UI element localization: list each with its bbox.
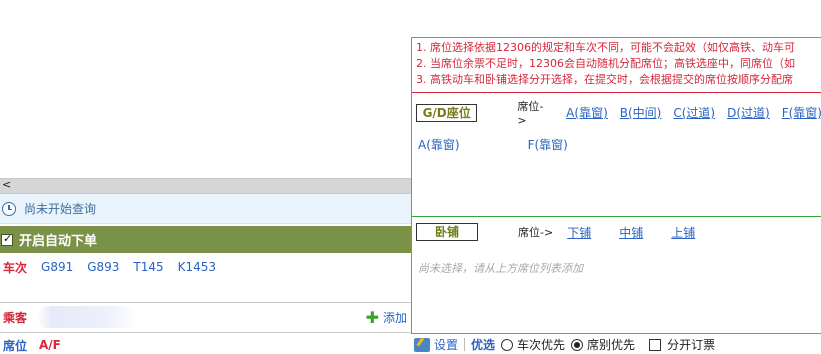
gd-seat-option[interactable]: B(中间) bbox=[620, 104, 662, 121]
note-line: 3. 高铁动车和卧铺选择分开选择，在提交时，会根据提交的席位按顺序分配席 bbox=[416, 73, 793, 86]
seat-label: 席位 bbox=[3, 338, 28, 353]
priority-label: 优选 bbox=[471, 338, 496, 352]
sleeper-empty-hint: 尚未选择，请从上方席位列表添加 bbox=[418, 262, 583, 275]
clock-icon bbox=[2, 201, 16, 216]
query-status-text: 尚未开始查询 bbox=[24, 202, 97, 216]
add-passenger-button[interactable]: ✚ 添加 bbox=[366, 309, 407, 326]
passenger-label: 乘客 bbox=[3, 310, 28, 325]
passenger-row: 乘客 ✚ 添加 bbox=[0, 303, 411, 331]
plus-icon: ✚ bbox=[365, 307, 379, 327]
seat-first-radio[interactable] bbox=[571, 338, 584, 351]
train-item[interactable]: G891 bbox=[41, 260, 73, 274]
settings-button[interactable]: 设置 bbox=[434, 336, 458, 353]
settings-icon[interactable] bbox=[414, 337, 430, 352]
sleeper-head-label: 席位-> bbox=[518, 226, 554, 239]
gd-selected-seats: A(靠窗) F(靠窗) bbox=[418, 136, 636, 153]
sleeper-option[interactable]: 上铺 bbox=[671, 224, 695, 241]
note-line: 1. 席位选择依据12306的规定和车次不同，可能不会起效（如仅高铁、动车可 bbox=[416, 41, 795, 54]
split-order-label[interactable]: 分开订票 bbox=[667, 336, 715, 353]
auto-order-bar[interactable]: 开启自动下单 bbox=[0, 226, 411, 253]
train-label: 车次 bbox=[3, 260, 28, 275]
seat-row: 席位 A/F bbox=[0, 337, 411, 353]
divider bbox=[0, 332, 411, 333]
scroll-left-arrow-icon[interactable]: < bbox=[2, 178, 11, 191]
auto-order-checkbox[interactable] bbox=[1, 232, 13, 246]
gd-selected-seat[interactable]: A(靠窗) bbox=[418, 136, 460, 153]
horizontal-scrollbar[interactable]: < bbox=[0, 178, 411, 194]
gd-seat-tag: G/D座位 bbox=[416, 103, 478, 122]
note-line: 2. 当席位余票不足时，12306会自动随机分配席位；高铁选座中，同席位（如 bbox=[416, 57, 795, 70]
auto-order-label: 开启自动下单 bbox=[19, 234, 98, 249]
gd-seat-option[interactable]: A(靠窗) bbox=[566, 104, 608, 121]
gd-seat-option[interactable]: F(靠窗) bbox=[782, 104, 821, 121]
sleeper-option[interactable]: 中铺 bbox=[619, 224, 643, 241]
passenger-list-blurred bbox=[37, 306, 138, 328]
seat-value[interactable]: A/F bbox=[39, 338, 61, 352]
gd-seat-head-label: 席位-> bbox=[517, 100, 544, 127]
sleeper-option[interactable]: 下铺 bbox=[567, 224, 591, 241]
train-item[interactable]: T145 bbox=[133, 260, 163, 274]
seat-selection-popup: 1. 席位选择依据12306的规定和车次不同，可能不会起效（如仅高铁、动车可 2… bbox=[411, 37, 821, 334]
section-divider bbox=[412, 216, 821, 217]
query-status-bar: 尚未开始查询 bbox=[0, 194, 411, 224]
sleeper-tag: 卧铺 bbox=[416, 223, 478, 241]
split-order-checkbox[interactable] bbox=[649, 338, 662, 351]
gd-seat-header: G/D座位 席位-> A(靠窗) B(中间) C(过道) D(过道) F(靠窗) bbox=[412, 98, 821, 127]
divider bbox=[464, 338, 466, 351]
train-first-label[interactable]: 车次优先 bbox=[517, 336, 565, 353]
train-item[interactable]: K1453 bbox=[178, 260, 216, 274]
gd-selected-seat[interactable]: F(靠窗) bbox=[528, 136, 568, 153]
train-first-radio[interactable] bbox=[501, 338, 514, 351]
notes-panel: 1. 席位选择依据12306的规定和车次不同，可能不会起效（如仅高铁、动车可 2… bbox=[412, 38, 821, 93]
train-item[interactable]: G893 bbox=[87, 260, 119, 274]
train-row: 车次 G891 G893 T145 K1453 bbox=[0, 258, 411, 276]
sleeper-header: 卧铺 席位-> 下铺 中铺 上铺 bbox=[412, 223, 821, 241]
bottom-toolbar: 设置 优选 车次优先 席别优先 分开订票 bbox=[411, 336, 821, 353]
add-passenger-label: 添加 bbox=[382, 311, 407, 325]
gd-seat-option[interactable]: C(过道) bbox=[673, 104, 715, 121]
seat-first-label[interactable]: 席别优先 bbox=[587, 336, 635, 353]
gd-seat-option[interactable]: D(过道) bbox=[727, 104, 770, 121]
